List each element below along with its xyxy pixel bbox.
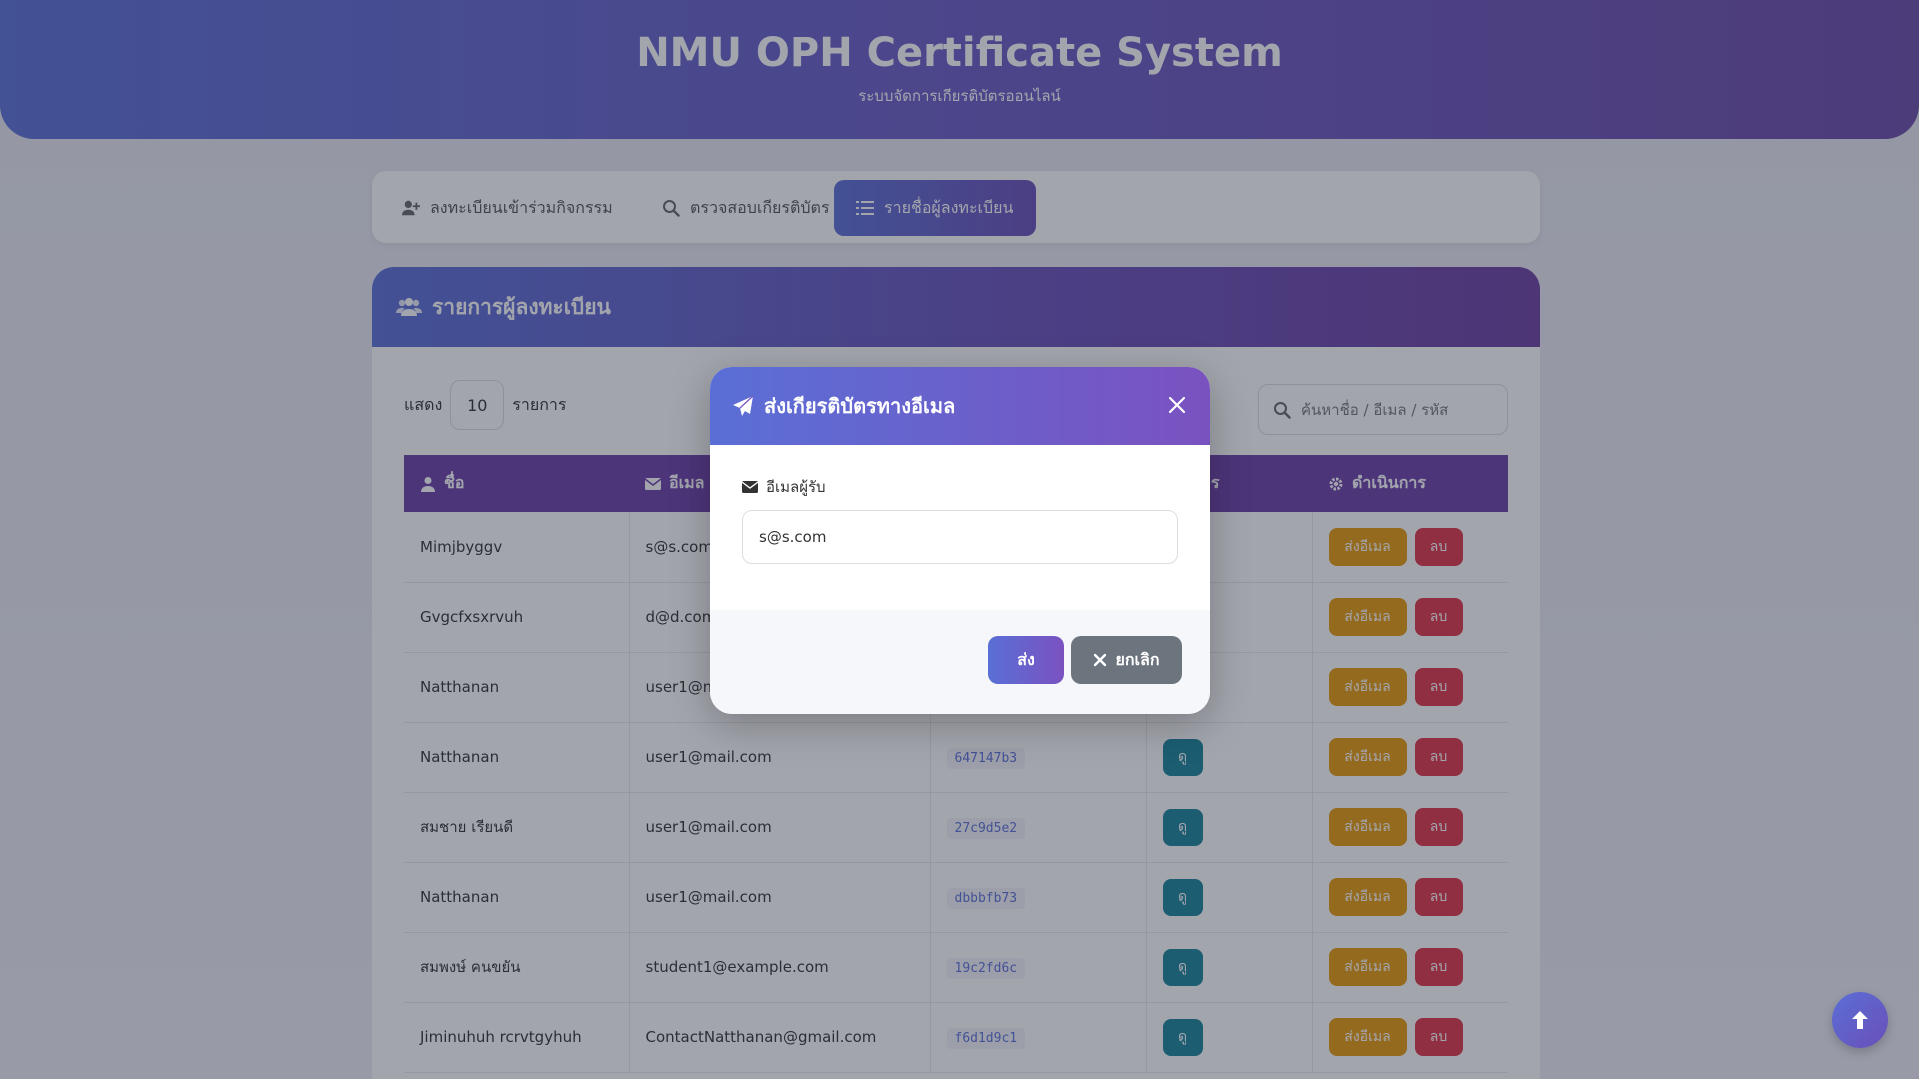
envelope-icon — [742, 481, 758, 493]
paper-plane-icon — [733, 395, 754, 416]
send-email-modal: ส่งเกียรติบัตรทางอีเมล อีเมลผู้รับ ส่ง ย… — [710, 367, 1210, 714]
modal-title: ส่งเกียรติบัตรทางอีเมล — [764, 394, 956, 418]
close-icon[interactable] — [1164, 392, 1190, 418]
close-icon — [1094, 653, 1107, 667]
modal-footer: ส่ง ยกเลิก — [710, 610, 1210, 714]
recipient-label: อีเมลผู้รับ — [742, 475, 826, 499]
modal-body: อีเมลผู้รับ — [710, 445, 1210, 610]
arrow-up-icon — [1852, 1011, 1868, 1029]
recipient-email-field[interactable] — [742, 510, 1178, 564]
cancel-button[interactable]: ยกเลิก — [1071, 636, 1182, 684]
modal-header: ส่งเกียรติบัตรทางอีเมล — [710, 367, 1210, 445]
send-button[interactable]: ส่ง — [988, 636, 1064, 684]
scroll-top-button[interactable] — [1832, 992, 1888, 1048]
